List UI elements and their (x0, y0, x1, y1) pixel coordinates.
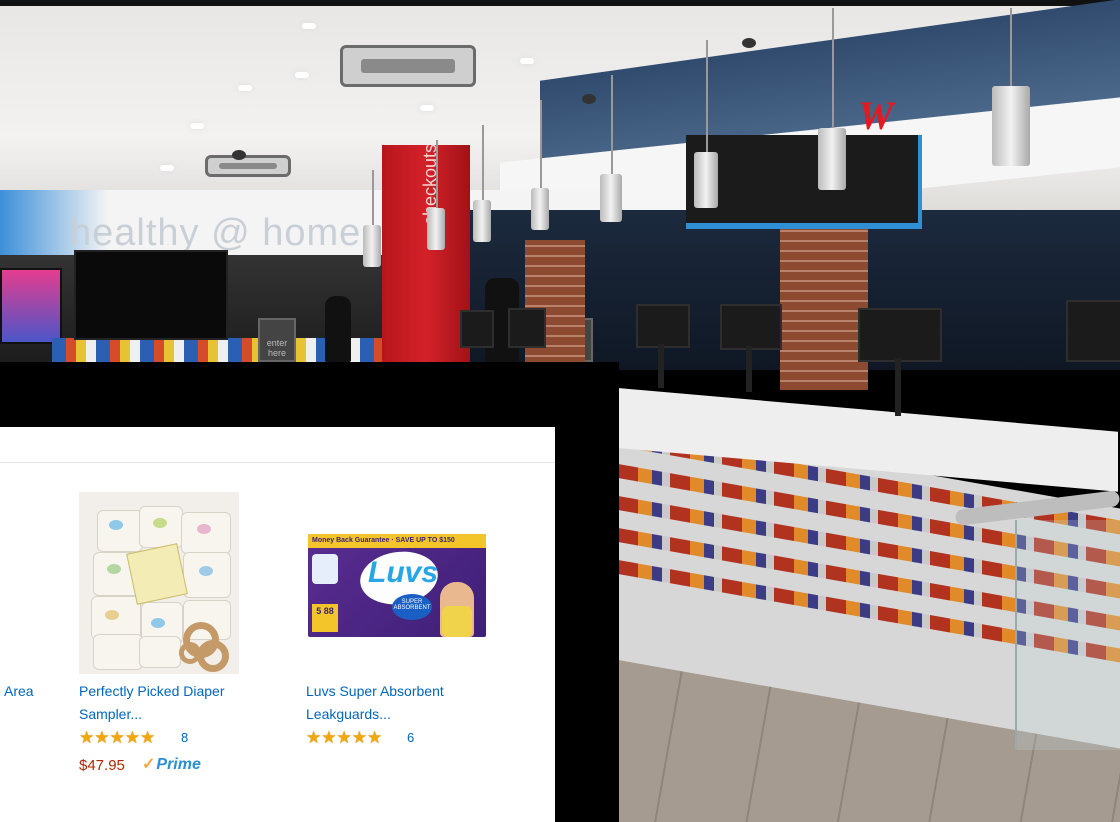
product-image-luvs[interactable]: Money Back Guarantee · SAVE UP TO $150 L… (308, 534, 486, 637)
ceiling-light (190, 123, 204, 129)
security-camera-icon (232, 150, 246, 160)
tv-monitor (74, 250, 228, 340)
brick-column (780, 210, 868, 390)
ceiling-light (238, 85, 252, 91)
prime-check-icon: ✓ (142, 756, 156, 773)
baby-figure (440, 582, 474, 637)
ceiling-light (295, 72, 309, 78)
ceiling-edge (0, 0, 1120, 6)
ceiling-light (420, 105, 434, 111)
register-screen (1066, 300, 1120, 362)
product-title-continued[interactable]: Sampler... (79, 703, 142, 726)
carousel-divider (0, 462, 555, 463)
rating-count[interactable]: 6 (407, 730, 414, 745)
product-image-diaper-sampler[interactable] (79, 492, 239, 674)
product-price: $47.95 (79, 757, 125, 774)
pendant-lamp (363, 225, 381, 267)
store-logo: W (858, 93, 894, 138)
register-screen (508, 308, 546, 348)
register-screen (460, 310, 494, 348)
star-rating-icon[interactable]: ★★★★★ (79, 728, 155, 748)
star-rating-icon[interactable]: ★★★★★ (306, 728, 382, 748)
pendant-lamp (473, 200, 491, 242)
rating-count[interactable]: 8 (181, 730, 188, 745)
box-count: 5 88 (312, 604, 338, 632)
lane-sign: enter here (258, 318, 296, 362)
shopper (325, 296, 351, 362)
glass-barrier (1015, 520, 1120, 750)
register-screen (720, 304, 782, 350)
ceiling-light (160, 165, 174, 171)
box-brand: Luvs (368, 556, 439, 589)
pendant-lamp (427, 208, 445, 250)
ac-vent (205, 155, 291, 177)
ceiling-light (302, 23, 316, 29)
prime-label: Prime (156, 756, 201, 773)
ac-vent (340, 45, 476, 87)
ceiling-light (520, 58, 534, 64)
register-screen (858, 308, 942, 362)
box-banner: Money Back Guarantee · SAVE UP TO $150 (308, 534, 486, 548)
store-section-sign: healthy @ home (70, 212, 362, 254)
pendant-lamp (531, 188, 549, 230)
pendant-lamp (818, 128, 846, 190)
prime-badge: ✓Prime (142, 754, 201, 774)
security-camera-icon (582, 94, 596, 104)
product-carousel: Area Perfectly Picked Diaper Sampler... … (0, 427, 555, 822)
pendant-lamp (694, 152, 718, 208)
product-title-continued[interactable]: Leakguards... (306, 703, 391, 726)
checkout-banner (686, 135, 922, 229)
box-subtitle: SUPER ABSORBENT (392, 594, 432, 620)
pendant-lamp (600, 174, 622, 222)
diaper-icon (312, 554, 338, 584)
security-camera-icon (742, 38, 756, 48)
product-title[interactable]: Luvs Super Absorbent (306, 680, 444, 703)
arcade-machine (0, 268, 62, 344)
register-screen (636, 304, 690, 348)
pendant-lamp (992, 86, 1030, 166)
product-title[interactable]: Perfectly Picked Diaper (79, 680, 225, 703)
product-title[interactable]: Area (4, 680, 34, 703)
